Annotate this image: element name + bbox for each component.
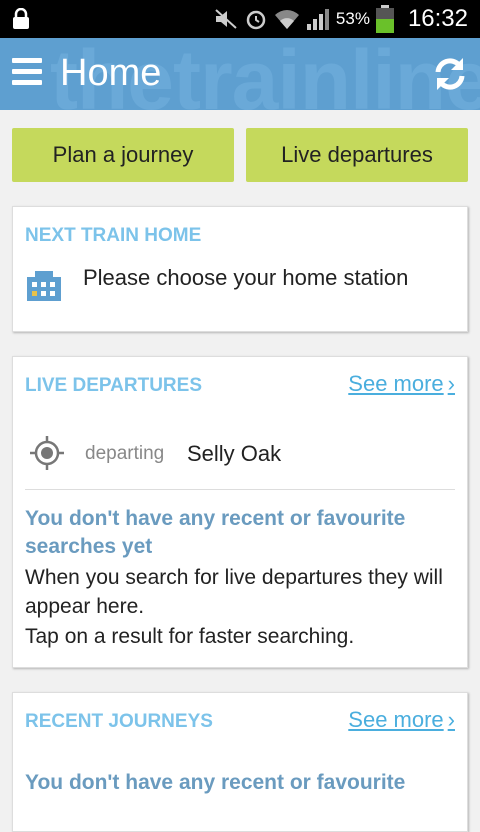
chevron-right-icon: › [447,371,455,396]
battery-icon [375,5,394,33]
plan-journey-button[interactable]: Plan a journey [12,128,234,182]
empty-state-tip: Tap on a result for faster searching. [25,625,355,648]
location-target-icon [30,436,64,470]
departing-station-field[interactable]: Selly Oak [187,441,281,467]
divider [25,489,455,490]
refresh-icon[interactable] [430,54,470,94]
live-departures-card: LIVE DEPARTURES See more › departing Sel… [12,356,468,668]
see-more-label: See more [348,371,444,396]
status-bar: 53% 16:32 [0,0,480,38]
empty-state-title: You don't have any recent or favourite s… [25,507,406,558]
chevron-right-icon: › [447,707,455,732]
alarm-icon [246,10,266,30]
mute-icon [215,9,237,29]
home-station-prompt: Please choose your home station [83,265,409,290]
app-bar: thetrainline Home [0,38,480,110]
next-train-home-card[interactable]: NEXT TRAIN HOME Please choose your home … [12,206,468,332]
wifi-icon [274,10,299,29]
battery-percent: 53% [335,9,370,28]
next-train-home-heading: NEXT TRAIN HOME [25,225,202,246]
departing-label: departing [85,443,165,464]
recent-journeys-card: RECENT JOURNEYS See more › You don't hav… [12,692,468,832]
lock-icon [13,8,29,29]
live-departures-heading: LIVE DEPARTURES [25,375,203,396]
home-tabs: Plan a journey Live departures [12,128,468,182]
see-more-label: See more [348,707,444,732]
station-building-icon [27,271,61,301]
recent-journeys-see-more-link[interactable]: See more › [348,707,455,733]
empty-state-title: You don't have any recent or favourite [25,771,406,794]
menu-icon[interactable] [12,58,42,90]
signal-icon [306,9,329,30]
live-departures-see-more-link[interactable]: See more › [348,371,455,397]
empty-state-body: When you search for live departures they… [25,566,443,618]
recent-journeys-heading: RECENT JOURNEYS [25,711,213,732]
page-title: Home [60,52,162,94]
live-departures-button[interactable]: Live departures [246,128,468,182]
clock: 16:32 [407,5,468,32]
